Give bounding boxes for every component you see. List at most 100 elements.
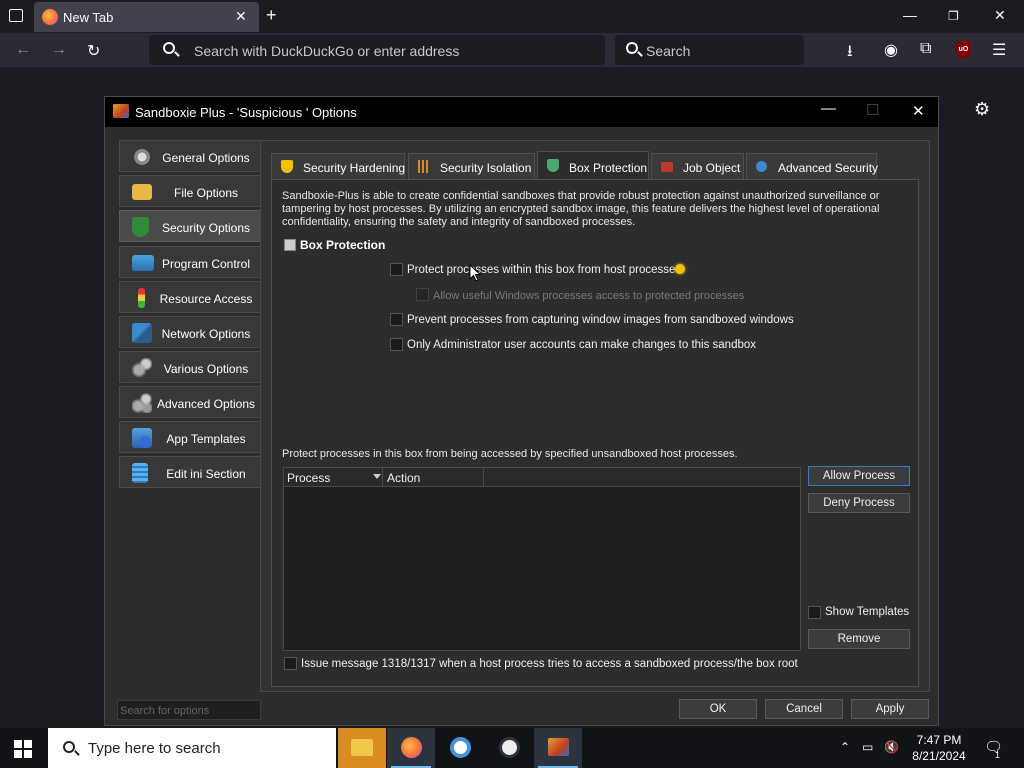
restore-icon[interactable]: ❐ bbox=[948, 9, 959, 23]
forward-icon[interactable]: → bbox=[51, 41, 67, 59]
browser-tabbar: New Tab ✕ + — ❐ ✕ bbox=[0, 0, 1024, 33]
column-process[interactable]: Process bbox=[287, 471, 330, 485]
clock-date: 8/21/2024 bbox=[912, 749, 966, 763]
new-tab-icon[interactable]: + bbox=[266, 6, 277, 24]
nav-resource-access[interactable]: Resource Access bbox=[119, 281, 261, 313]
firefox-icon bbox=[42, 9, 58, 25]
volume-muted-icon[interactable]: 🔇 bbox=[884, 740, 899, 754]
notification-count: 1 bbox=[995, 750, 1001, 760]
nav-edit-ini-section[interactable]: Edit ini Section bbox=[119, 456, 261, 488]
options-content: Security Hardening Security Isolation Bo… bbox=[260, 140, 930, 692]
tab-job-object[interactable]: Job Object bbox=[651, 153, 744, 179]
browser-tab-title: New Tab bbox=[63, 10, 114, 25]
column-action[interactable]: Action bbox=[387, 471, 420, 485]
tab-label: Job Object bbox=[683, 161, 741, 175]
chromium-icon bbox=[450, 737, 471, 758]
browser-toolbar: ← → ↻ Search with DuckDuckGo or enter ad… bbox=[0, 33, 1024, 67]
nav-app-templates[interactable]: App Templates bbox=[119, 421, 261, 453]
search-bar[interactable]: Search bbox=[615, 35, 804, 65]
firefox-app[interactable] bbox=[387, 728, 435, 768]
show-templates-label[interactable]: Show Templates bbox=[825, 606, 909, 618]
tab-label: Advanced Security bbox=[778, 161, 879, 175]
url-bar[interactable]: Search with DuckDuckGo or enter address bbox=[149, 35, 605, 65]
show-templates-checkbox[interactable] bbox=[808, 606, 821, 619]
tab-close-icon[interactable]: ✕ bbox=[235, 8, 247, 25]
folder-icon bbox=[351, 739, 373, 756]
issue-message-label[interactable]: Issue message 1318/1317 when a host proc… bbox=[301, 658, 798, 670]
obs-app[interactable] bbox=[485, 728, 533, 768]
minimize-icon[interactable]: — bbox=[821, 100, 836, 117]
chromium-app[interactable] bbox=[436, 728, 484, 768]
tab-label: Box Protection bbox=[569, 161, 648, 175]
download-icon[interactable]: ⭳ bbox=[847, 40, 853, 67]
prevent-capture-label[interactable]: Prevent processes from capturing window … bbox=[407, 314, 794, 326]
cancel-button[interactable]: Cancel bbox=[765, 699, 843, 719]
nav-general-options[interactable]: General Options bbox=[119, 140, 261, 172]
nav-network-options[interactable]: Network Options bbox=[119, 316, 261, 348]
minimize-icon[interactable]: — bbox=[903, 7, 917, 23]
protect-processes-label[interactable]: Protect processes within this box from h… bbox=[407, 264, 681, 276]
file-explorer-app[interactable] bbox=[338, 728, 386, 768]
network-icon[interactable]: ▭ bbox=[862, 740, 873, 754]
traffic-light-icon bbox=[138, 288, 145, 308]
nav-label: Program Control bbox=[161, 257, 251, 271]
ok-button[interactable]: OK bbox=[679, 699, 757, 719]
folder-icon bbox=[132, 184, 152, 200]
tab-security-isolation[interactable]: Security Isolation bbox=[408, 153, 535, 179]
menu-icon[interactable]: ☰ bbox=[992, 40, 1006, 60]
remove-button[interactable]: Remove bbox=[808, 629, 910, 649]
show-hidden-icons-icon[interactable]: ⌃ bbox=[840, 740, 850, 754]
admin-only-checkbox[interactable] bbox=[390, 338, 403, 351]
nav-label: Various Options bbox=[163, 362, 249, 376]
tab-security-hardening[interactable]: Security Hardening bbox=[271, 153, 405, 179]
page-settings-gear-icon[interactable]: ⚙ bbox=[974, 99, 990, 120]
browser-tab[interactable]: New Tab ✕ bbox=[34, 2, 259, 32]
clock-time: 7:47 PM bbox=[916, 733, 962, 747]
shield-warning-icon bbox=[281, 160, 293, 173]
sandboxie-app[interactable] bbox=[534, 728, 582, 768]
prevent-capture-checkbox[interactable] bbox=[390, 313, 403, 326]
admin-only-label[interactable]: Only Administrator user accounts can mak… bbox=[407, 339, 756, 351]
tab-label: Security Isolation bbox=[440, 161, 532, 175]
nav-file-options[interactable]: File Options bbox=[119, 175, 261, 207]
account-icon[interactable]: ◉ bbox=[884, 40, 898, 60]
taskbar-clock[interactable]: 7:47 PM 8/21/2024 bbox=[904, 732, 974, 764]
allow-process-button[interactable]: Allow Process bbox=[808, 466, 910, 486]
sort-desc-icon bbox=[373, 474, 381, 479]
close-icon[interactable]: ✕ bbox=[912, 102, 925, 120]
reload-icon[interactable]: ↻ bbox=[87, 41, 100, 61]
process-table-header: Process Action bbox=[284, 468, 800, 487]
search-bar-placeholder: Search bbox=[646, 43, 691, 59]
ini-file-icon bbox=[132, 463, 148, 483]
windows-start-icon[interactable] bbox=[14, 740, 32, 758]
apply-button[interactable]: Apply bbox=[851, 699, 929, 719]
network-icon bbox=[132, 323, 152, 343]
templates-icon bbox=[132, 428, 152, 448]
back-icon[interactable]: ← bbox=[15, 41, 31, 59]
dialog-titlebar: Sandboxie Plus - 'Suspicious ' Options —… bbox=[105, 97, 938, 127]
options-search-input[interactable] bbox=[118, 702, 260, 720]
nav-various-options[interactable]: Various Options bbox=[119, 351, 261, 383]
nav-advanced-options[interactable]: Advanced Options bbox=[119, 386, 261, 418]
dialog-title: Sandboxie Plus - 'Suspicious ' Options bbox=[135, 105, 357, 120]
issue-message-checkbox[interactable] bbox=[284, 657, 297, 670]
process-table[interactable]: Process Action bbox=[283, 467, 801, 651]
ublock-icon[interactable]: uO bbox=[956, 41, 971, 58]
tab-box-protection[interactable]: Box Protection bbox=[537, 151, 649, 179]
deny-process-button[interactable]: Deny Process bbox=[808, 493, 910, 513]
search-icon bbox=[163, 42, 175, 54]
notifications-icon[interactable]: 🗨 bbox=[984, 738, 1003, 756]
column-separator bbox=[382, 468, 383, 487]
tab-advanced-security[interactable]: Advanced Security bbox=[746, 153, 879, 179]
protect-processes-checkbox[interactable] bbox=[390, 263, 403, 276]
taskbar-search[interactable]: Type here to search bbox=[48, 728, 336, 768]
extensions-icon[interactable]: ⧉ bbox=[920, 40, 931, 58]
process-list-description: Protect processes in this box from being… bbox=[282, 448, 738, 460]
nav-program-control[interactable]: Program Control bbox=[119, 246, 261, 278]
options-search-box[interactable] bbox=[117, 700, 261, 720]
list-all-tabs-icon[interactable] bbox=[9, 9, 23, 22]
nav-security-options[interactable]: Security Options bbox=[119, 210, 261, 242]
window-icon bbox=[132, 255, 154, 271]
close-icon[interactable]: ✕ bbox=[994, 7, 1006, 24]
tab-label: Security Hardening bbox=[303, 161, 406, 175]
